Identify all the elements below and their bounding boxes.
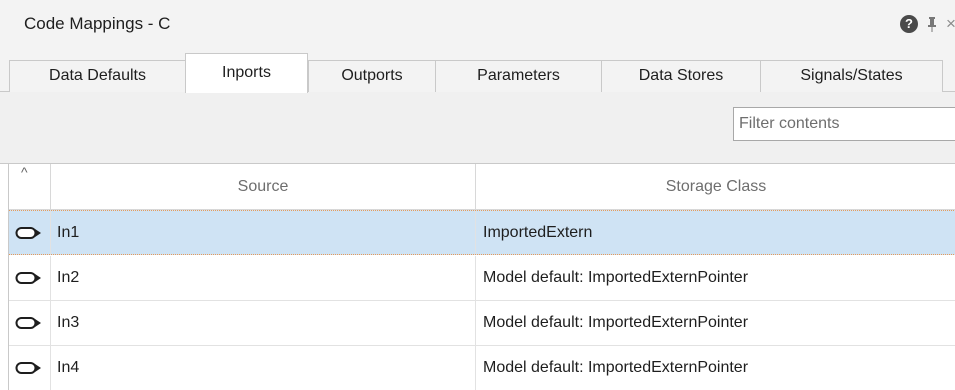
sort-caret-icon: ^: [21, 164, 28, 180]
help-icon[interactable]: ?: [900, 15, 918, 33]
table-row[interactable]: In2 Model default: ImportedExternPointer: [9, 256, 955, 301]
tab-parameters[interactable]: Parameters: [435, 60, 601, 92]
title-controls: ? ×: [900, 14, 955, 35]
tab-inports[interactable]: Inports: [185, 53, 308, 93]
tab-signals-states[interactable]: Signals/States: [760, 60, 943, 92]
table-row[interactable]: In1 ImportedExtern: [9, 210, 955, 255]
filter-toolbar: [0, 92, 955, 164]
column-header-source[interactable]: Source: [51, 164, 476, 210]
pin-icon[interactable]: [926, 15, 938, 33]
tab-outports[interactable]: Outports: [308, 60, 435, 92]
filter-input[interactable]: [733, 107, 955, 141]
inport-icon: [15, 272, 41, 284]
table-header: ^ Source Storage Class: [9, 164, 955, 210]
storage-class-cell[interactable]: Model default: ImportedExternPointer: [476, 346, 955, 390]
window-title: Code Mappings - C: [24, 14, 171, 33]
storage-class-cell[interactable]: Model default: ImportedExternPointer: [476, 256, 955, 300]
mapping-table: ^ Source Storage Class In1 ImportedExter…: [8, 164, 955, 390]
close-icon[interactable]: ×: [946, 14, 955, 34]
source-cell: In1: [51, 211, 476, 254]
tab-data-defaults[interactable]: Data Defaults: [9, 60, 185, 92]
source-cell: In3: [51, 301, 476, 345]
inport-icon: [15, 317, 41, 329]
column-header-storage-class[interactable]: Storage Class: [476, 164, 955, 210]
storage-class-cell[interactable]: Model default: ImportedExternPointer: [476, 301, 955, 345]
source-cell: In2: [51, 256, 476, 300]
source-cell: In4: [51, 346, 476, 390]
table-row[interactable]: In4 Model default: ImportedExternPointer: [9, 346, 955, 390]
sort-cell[interactable]: ^: [9, 164, 51, 210]
inport-icon: [15, 362, 41, 374]
storage-class-cell[interactable]: ImportedExtern: [476, 211, 955, 254]
title-bar: Code Mappings - C ? ×: [0, 0, 955, 50]
tab-strip: Data Defaults Inports Outports Parameter…: [0, 50, 955, 93]
tab-data-stores[interactable]: Data Stores: [601, 60, 760, 92]
table-row[interactable]: In3 Model default: ImportedExternPointer: [9, 301, 955, 346]
inport-icon: [15, 227, 41, 239]
